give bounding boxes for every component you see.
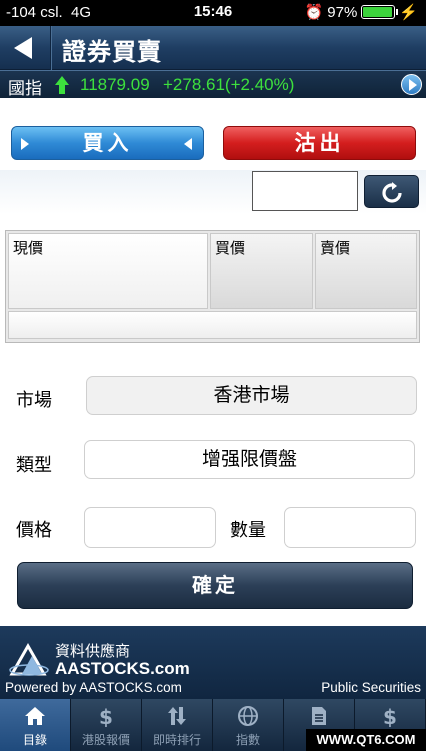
tab-menu[interactable]: 目錄 [0,699,71,751]
right-triangle-icon [21,138,29,150]
sell-label: 沽出 [294,131,345,155]
powered-by-text: Powered by AASTOCKS.com [5,680,182,695]
page-title: 證券買賣 [62,38,162,66]
order-type-select[interactable]: 增强限價盤 [84,440,415,479]
document-icon [312,707,326,725]
globe-icon [238,706,258,726]
bid-price-cell: 買價 [210,233,313,309]
dollar-icon: $ [99,705,113,727]
sponsor-footer: 資料供應商 AASTOCKS.com Powered by AASTOCKS.c… [0,626,426,699]
ask-price-label: 賣價 [320,239,351,257]
stock-code-input[interactable] [252,171,358,211]
tab-hk-quotes[interactable]: $ 港股報價 [71,699,142,751]
data-provider-label: 資料供應商 [55,642,131,660]
back-button[interactable] [10,35,38,61]
home-icon [25,707,45,725]
data-provider-name: AASTOCKS.com [55,659,190,678]
quantity-input[interactable] [284,507,416,548]
bid-price-label: 買價 [215,239,246,257]
broker-name: Public Securities [321,680,421,695]
index-ticker[interactable]: 國指 11879.09 +278.61(+2.40%) [0,70,426,99]
price-label: 價格 [16,520,52,541]
svg-text:$: $ [383,705,397,727]
current-price-label: 現價 [13,239,44,257]
svg-text:$: $ [99,705,113,727]
bolt-icon: ⚡ [399,4,418,21]
alarm-clock-icon: ⏰ [304,4,324,21]
back-arrow-icon [14,37,32,59]
ticker-next-button[interactable] [401,74,422,95]
price-input[interactable] [84,507,216,548]
tab-label: 即時排行 [152,733,201,747]
buy-button[interactable]: 買入 [11,126,204,160]
refresh-button[interactable] [364,175,419,208]
index-label: 國指 [8,79,42,99]
left-triangle-icon [184,138,192,150]
status-right: ⏰ 97% ⚡ [304,3,418,22]
ask-price-cell: 賣價 [315,233,417,309]
market-label: 市場 [16,390,52,411]
code-row [0,170,426,214]
dollar-icon: $ [383,705,397,727]
sort-arrows-icon [168,707,186,725]
index-value: 11879.09 [80,75,150,94]
market-select[interactable]: 香港市場 [86,376,417,415]
nav-bar: 證券買賣 [0,26,426,70]
quantity-label: 數量 [230,520,266,541]
tab-label: 港股報價 [81,733,130,747]
refresh-icon [382,182,402,203]
current-price-cell: 現價 [8,233,208,309]
tab-indices[interactable]: 指數 [213,699,284,751]
status-bar: -104 csl. 4G 15:46 ⏰ 97% ⚡ [0,0,426,26]
confirm-button[interactable]: 確定 [17,562,413,609]
nav-divider [50,26,51,70]
tab-rankings[interactable]: 即時排行 [142,699,213,751]
battery-percent: 97% [327,3,358,21]
aastocks-logo-icon [9,642,49,676]
tab-label: 目錄 [22,733,47,747]
order-type-label: 類型 [16,455,52,476]
watermark: WWW.QT6.COM [306,729,426,751]
index-change: +278.61(+2.40%) [163,75,295,94]
quote-info-bar [8,311,417,339]
up-arrow-icon [55,76,69,94]
quote-panel: 現價 買價 賣價 [5,230,420,343]
buy-label: 買入 [82,131,133,155]
sell-button[interactable]: 沽出 [223,126,416,160]
tab-label: 指數 [235,733,260,747]
battery-icon [361,5,399,19]
